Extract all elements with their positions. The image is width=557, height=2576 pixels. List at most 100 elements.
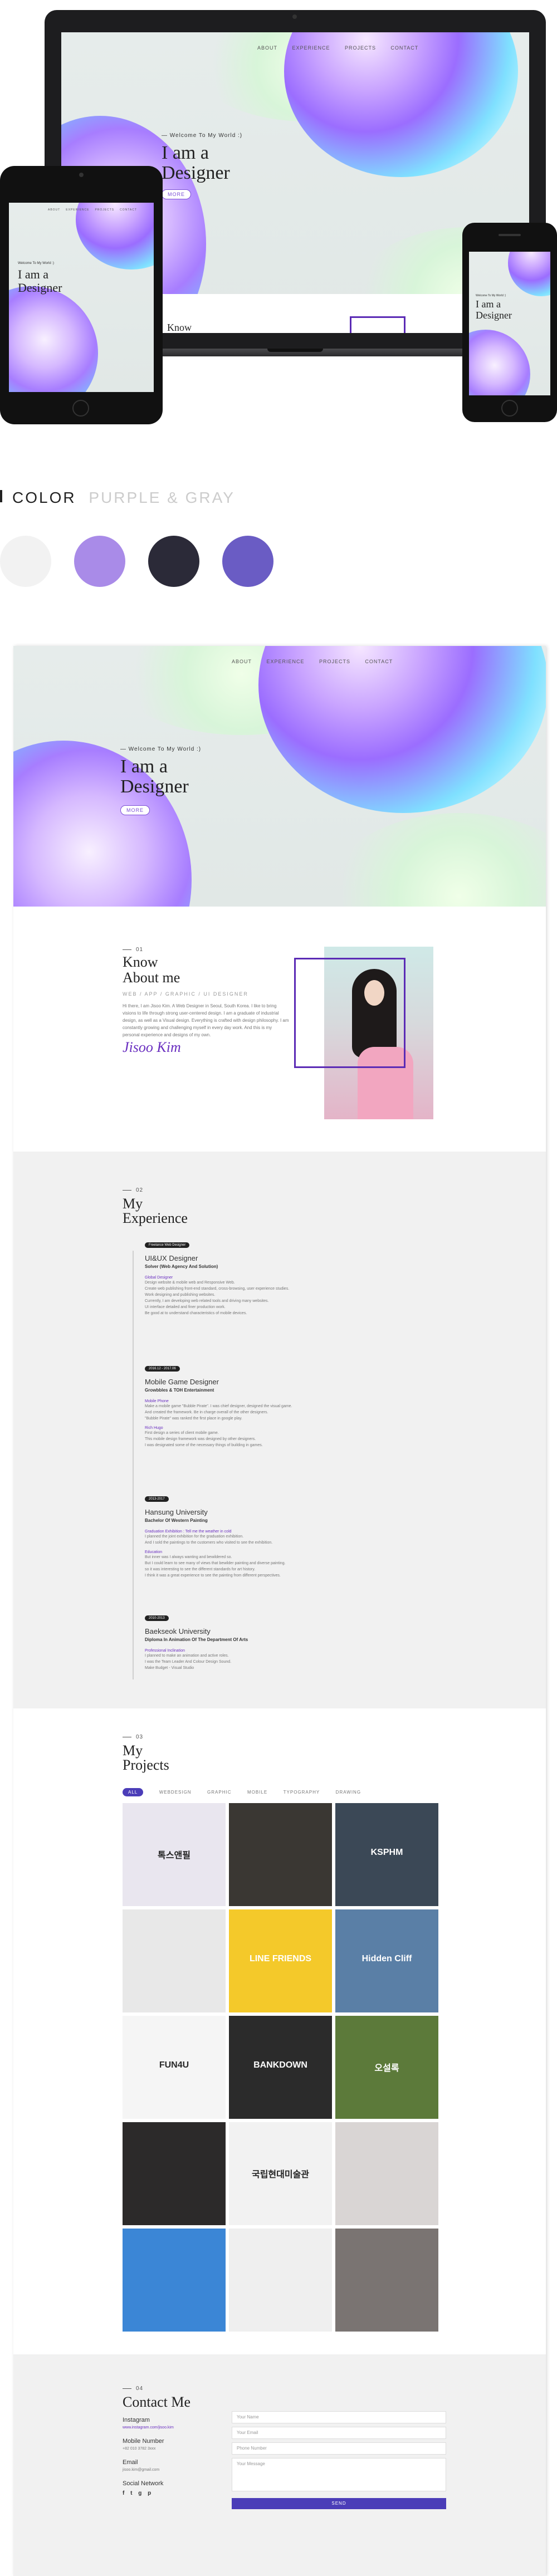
laptop-headline-2: Designer (162, 163, 230, 183)
contact-email-label: Email (123, 2459, 138, 2466)
about-signature: Jisoo Kim (123, 1039, 181, 1055)
project-tile[interactable] (229, 1803, 332, 1906)
project-tile[interactable]: Hidden Cliff (335, 1909, 438, 2012)
experience-role: Professional Inclination (145, 1649, 185, 1653)
laptop-nav: ABOUT EXPERIENCE PROJECTS CONTACT (245, 42, 418, 52)
tablet-headline-1: I am a (18, 267, 48, 281)
phone-screen: Welcome To My World :) I am a Designer (469, 252, 550, 395)
filter-mobile[interactable]: MOBILE (247, 1790, 267, 1795)
pinterest-icon[interactable]: p (148, 2490, 151, 2496)
filter-webdesign[interactable]: WEBDESIGN (159, 1790, 192, 1795)
laptop-nav-experience[interactable]: EXPERIENCE (292, 45, 330, 51)
google-icon[interactable]: g (138, 2490, 141, 2496)
contact-instagram-value[interactable]: www.instagram.com/jisoo.kim (123, 2426, 174, 2430)
project-tile-label: BANKDOWN (253, 2060, 307, 2070)
nav-about[interactable]: ABOUT (232, 659, 252, 664)
filter-all[interactable]: ALL (123, 1788, 144, 1796)
experience-line: And created the framework. Be in charge … (145, 1411, 268, 1414)
color-sub-label: PURPLE & GRAY (89, 489, 235, 506)
tablet-home-button[interactable] (72, 400, 89, 417)
project-tile[interactable]: 톡스앤필 (123, 1803, 226, 1906)
laptop-know-text: Know (167, 322, 192, 333)
tablet-blob-top (76, 203, 154, 270)
project-tile[interactable]: LINE FRIENDS (229, 1909, 332, 2012)
hero-headline-2: Designer (120, 776, 189, 797)
experience-line: Be good at to understand characteristics… (145, 1311, 247, 1315)
facebook-icon[interactable]: f (123, 2490, 124, 2496)
laptop-nav-contact[interactable]: CONTACT (390, 45, 418, 51)
phone-field[interactable]: Phone Number (232, 2442, 446, 2455)
filter-typography[interactable]: TYPOGRAPHY (284, 1790, 320, 1795)
project-tile-label: KSPHM (370, 1848, 403, 1857)
color-heading: COLOR PURPLE & GRAY (12, 489, 235, 507)
projects-section: 03 My Projects ALL WEBDESIGN GRAPHIC MOB… (13, 1708, 546, 2354)
project-tile[interactable]: 국립현대미술관 (229, 2122, 332, 2225)
experience-line: But I could learn to see many of views t… (145, 1561, 286, 1565)
contact-email-value[interactable]: jisoo.kim@gmail.com (123, 2468, 159, 2472)
laptop-nav-about[interactable]: ABOUT (257, 45, 277, 51)
experience-title: UI&UX Designer (145, 1254, 198, 1262)
projects-title-2: Projects (123, 1757, 169, 1773)
project-tile[interactable]: KSPHM (335, 1803, 438, 1906)
device-mockup: ABOUT EXPERIENCE PROJECTS CONTACT — Welc… (0, 0, 557, 434)
project-tile[interactable]: BANKDOWN (229, 2016, 332, 2119)
nav-projects[interactable]: PROJECTS (319, 659, 350, 664)
experience-line: Currently, I am developing web related t… (145, 1299, 269, 1303)
site-page: ABOUT EXPERIENCE PROJECTS CONTACT — Welc… (13, 646, 546, 2576)
experience-line: I was the Team Leader And Colour Design … (145, 1660, 232, 1664)
hero-welcome: — Welcome To My World :) (120, 746, 202, 752)
contact-social-label: Social Network (123, 2480, 164, 2487)
about-tagline: WEB / APP / GRAPHIC / UI DESIGNER (123, 991, 248, 997)
name-field[interactable]: Your Name (232, 2411, 446, 2423)
experience-title: Hansung University (145, 1508, 208, 1516)
email-field[interactable]: Your Email (232, 2427, 446, 2439)
message-field[interactable]: Your Message (232, 2458, 446, 2491)
project-tile[interactable] (123, 2122, 226, 2225)
laptop-more-button[interactable]: MORE (162, 189, 191, 199)
about-title-2: About me (123, 969, 180, 986)
hero-more-button[interactable]: MORE (120, 805, 150, 815)
project-tile[interactable] (123, 1909, 226, 2012)
phone-headline-2: Designer (476, 310, 512, 321)
experience-role: Graduation Exhibition : Tell me the weat… (145, 1530, 232, 1534)
project-tile[interactable] (229, 2229, 332, 2332)
experience-line: Work designing and publishing websites. (145, 1293, 216, 1297)
experience-role: Global Designer (145, 1276, 173, 1280)
contact-instagram-label: Instagram (123, 2417, 150, 2423)
twitter-icon[interactable]: t (130, 2490, 132, 2496)
projects-filters: ALL WEBDESIGN GRAPHIC MOBILE TYPOGRAPHY … (123, 1786, 374, 1796)
experience-line: I planned the joint exhibition for the g… (145, 1535, 244, 1539)
contact-mobile-value: +82 010 3782 3xxx (123, 2447, 156, 2451)
experience-badge: 2016.12 - 2017.06 (145, 1366, 180, 1372)
nav-contact[interactable]: CONTACT (365, 659, 393, 664)
filter-graphic[interactable]: GRAPHIC (207, 1790, 231, 1795)
experience-line: I think it was a great experience to see… (145, 1574, 281, 1578)
nav-experience[interactable]: EXPERIENCE (266, 659, 304, 664)
project-tile[interactable]: FUN4U (123, 2016, 226, 2119)
project-tile[interactable] (335, 2122, 438, 2225)
project-tile-label: LINE FRIENDS (249, 1954, 312, 1963)
laptop-photo-frame (350, 316, 405, 333)
filter-drawing[interactable]: DRAWING (336, 1790, 361, 1795)
site-nav: ABOUT EXPERIENCE PROJECTS CONTACT (219, 656, 393, 666)
phone-home-button[interactable] (501, 400, 518, 417)
experience-line: And I sold the paintings to the customer… (145, 1541, 273, 1545)
experience-line: I was designated some of the necessary t… (145, 1443, 263, 1447)
send-button[interactable]: SEND (232, 2498, 446, 2509)
about-photo-frame (294, 958, 405, 1068)
project-tile[interactable] (123, 2229, 226, 2332)
experience-title: Baekseok University (145, 1627, 211, 1635)
contact-title: Contact Me (123, 2394, 191, 2410)
project-tile[interactable] (335, 2229, 438, 2332)
phone-frame: Welcome To My World :) I am a Designer (462, 223, 557, 422)
contact-form: Your Name Your Email Phone Number Your M… (232, 2411, 446, 2523)
tablet-headline-2: Designer (18, 281, 62, 295)
experience-item-4: 2010-2013 Baekseok University Diploma In… (145, 1612, 379, 1671)
experience-sub: Diploma In Animation Of The Department O… (145, 1637, 248, 1642)
laptop-nav-projects[interactable]: PROJECTS (345, 45, 376, 51)
experience-line: I planned to make an animation and activ… (145, 1654, 229, 1658)
project-tile[interactable]: 오설록 (335, 2016, 438, 2119)
tablet-welcome: Welcome To My World :) (18, 262, 55, 265)
phone-headline-1: I am a (476, 298, 501, 310)
experience-role: Rich Hugo (145, 1426, 163, 1430)
